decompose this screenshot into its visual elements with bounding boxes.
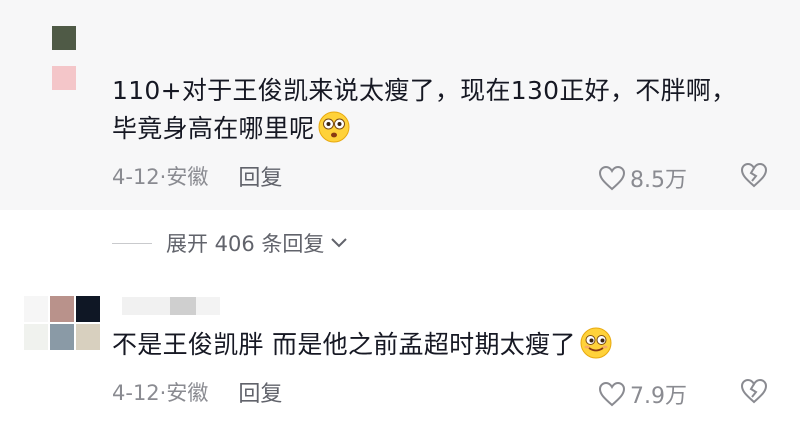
comment-text: 110+对于王俊凯来说太瘦了，现在130正好，不胖啊，毕竟身高在哪里呢 xyxy=(112,72,752,148)
chevron-down-icon xyxy=(331,238,348,248)
avatar-tile xyxy=(24,324,48,350)
avatar[interactable] xyxy=(24,296,100,352)
avatar-tile xyxy=(24,296,48,322)
avatar-tile xyxy=(76,296,100,322)
broken-heart-icon xyxy=(740,162,768,188)
dislike-button[interactable] xyxy=(740,378,768,408)
like-button[interactable]: 7.9万 xyxy=(598,378,687,410)
heart-icon xyxy=(598,165,626,191)
avatar-tile xyxy=(76,324,100,350)
smiling-face-emoji-icon xyxy=(580,327,612,359)
avatar-tile xyxy=(52,26,76,50)
like-count: 8.5万 xyxy=(630,168,687,193)
date-location: 4-12·安徽 xyxy=(112,165,209,189)
reply-button[interactable]: 回复 xyxy=(238,160,282,192)
comment-body: 110+对于王俊凯来说太瘦了，现在130正好，不胖啊，毕竟身高在哪里呢 xyxy=(112,76,737,143)
like-button[interactable]: 8.5万 xyxy=(598,162,687,194)
comment-meta: 4-12·安徽 回复 xyxy=(112,160,282,192)
comment-body: 不是王俊凯胖 而是他之前孟超时期太瘦了 xyxy=(112,330,576,359)
broken-heart-icon xyxy=(740,378,768,404)
avatar-tile xyxy=(50,324,74,350)
divider-line xyxy=(112,242,152,244)
reply-button[interactable]: 回复 xyxy=(238,376,282,408)
comment-meta: 4-12·安徽 回复 xyxy=(112,376,282,408)
avatar[interactable] xyxy=(52,26,80,90)
date-location: 4-12·安徽 xyxy=(112,381,209,405)
username-redacted[interactable] xyxy=(122,297,222,315)
avatar-tile xyxy=(50,296,74,322)
flushed-face-emoji-icon xyxy=(318,111,350,143)
heart-icon xyxy=(598,381,626,407)
expand-replies-label: 展开 406 条回复 xyxy=(166,232,325,256)
expand-replies-button[interactable]: 展开 406 条回复 xyxy=(112,228,348,258)
dislike-button[interactable] xyxy=(740,162,768,192)
comment-text: 不是王俊凯胖 而是他之前孟超时期太瘦了 xyxy=(112,326,752,364)
avatar-tile xyxy=(52,66,76,90)
like-count: 7.9万 xyxy=(630,384,687,409)
